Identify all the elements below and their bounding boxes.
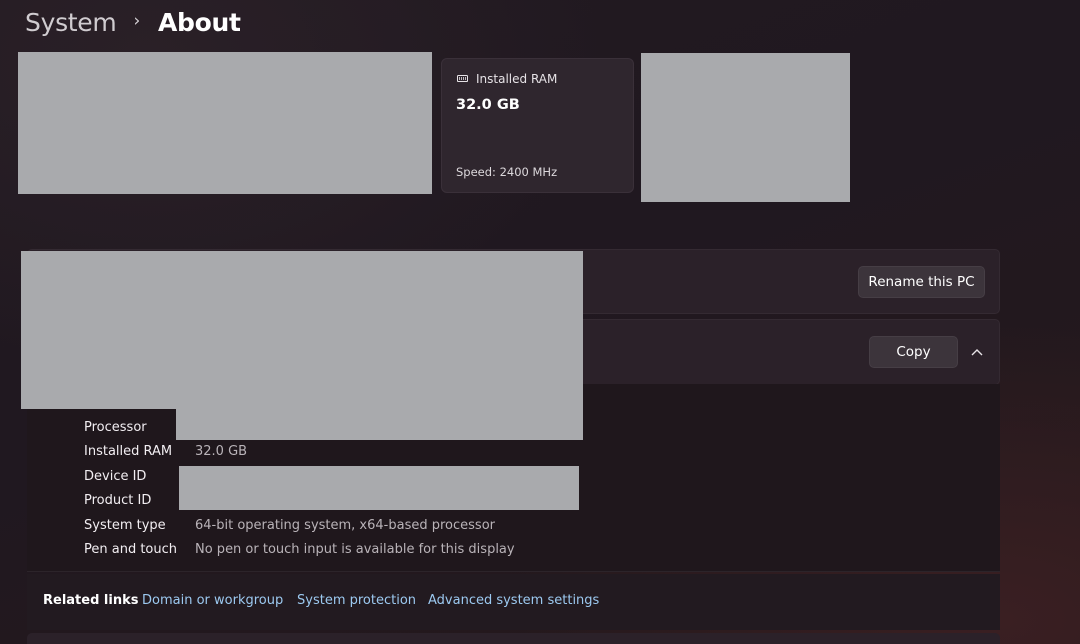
spec-value-installed-ram: 32.0 GB — [195, 444, 248, 459]
redacted-device-product-id — [179, 466, 579, 510]
spec-label-pen-touch: Pen and touch — [84, 542, 178, 557]
installed-ram-card: Installed RAM 32.0 GB Speed: 2400 MHz — [441, 58, 634, 193]
ram-card-label: Installed RAM — [476, 72, 558, 86]
ram-card-speed: Speed: 2400 MHz — [456, 165, 558, 179]
spec-value-pen-touch: No pen or touch input is available for t… — [195, 542, 515, 557]
copy-button[interactable]: Copy — [869, 336, 958, 368]
spec-label-installed-ram: Installed RAM — [84, 444, 173, 459]
chevron-up-icon[interactable] — [968, 343, 986, 361]
windows-specs-panel-edge — [27, 633, 1000, 644]
link-system-protection[interactable]: System protection — [297, 593, 416, 608]
memory-icon — [457, 75, 468, 82]
spec-label-device-id: Device ID — [84, 469, 147, 484]
page-title: About — [157, 7, 241, 37]
link-advanced-system-settings[interactable]: Advanced system settings — [428, 593, 599, 608]
redacted-spec-card — [641, 53, 850, 202]
breadcrumb-system[interactable]: System — [25, 8, 117, 37]
redacted-device-name — [21, 251, 583, 409]
breadcrumb-separator: › — [133, 11, 140, 31]
ram-card-value: 32.0 GB — [456, 97, 520, 113]
spec-value-system-type: 64-bit operating system, x64-based proce… — [195, 518, 495, 533]
redacted-processor-value — [176, 405, 583, 440]
rename-pc-button[interactable]: Rename this PC — [858, 266, 985, 298]
link-domain-workgroup[interactable]: Domain or workgroup — [142, 593, 283, 608]
spec-label-processor: Processor — [84, 420, 147, 435]
spec-label-system-type: System type — [84, 518, 166, 533]
breadcrumb: System › About — [25, 4, 241, 40]
redacted-device-image — [18, 52, 432, 194]
spec-label-product-id: Product ID — [84, 493, 152, 508]
related-links-bar: Related links Domain or workgroup System… — [27, 574, 1000, 630]
related-links-title: Related links — [43, 593, 139, 608]
